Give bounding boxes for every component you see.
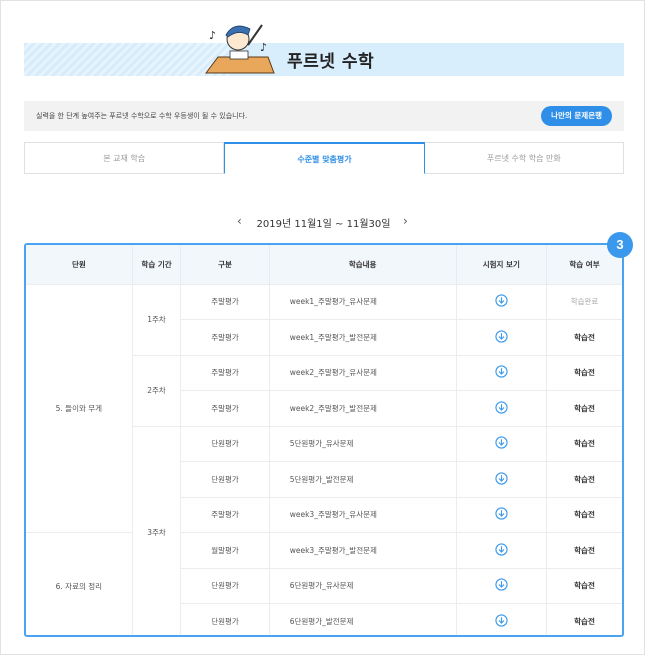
download-cell: [455, 319, 547, 355]
status-cell: 학습전: [546, 390, 622, 426]
assessment-table: 단원 학습 기간 구분 학습내용 시험지 보기 학습 여부 5. 들이와 무게 1…: [24, 243, 624, 637]
download-cell: [455, 532, 547, 568]
download-icon[interactable]: [495, 507, 508, 522]
type-cell: 단원평가: [180, 603, 270, 635]
download-cell: [455, 567, 547, 604]
download-cell: [455, 354, 547, 391]
download-icon[interactable]: [495, 401, 508, 416]
content-cell: week3_주말평가_발전문제: [268, 532, 457, 568]
unit-cell: 6. 자료의 정리: [26, 532, 133, 635]
period-label: 2019년 11월1일 ~ 11월30일: [256, 219, 391, 230]
download-cell: [455, 425, 547, 462]
table-row: 5. 들이와 무게 1주차 주말평가 week1_주말평가_유사문제 학습완료: [26, 283, 622, 533]
download-icon[interactable]: [495, 294, 508, 309]
content-cell: week3_주말평가_유사문제: [268, 496, 457, 533]
mascot-illustration: ♪ ♪: [205, 24, 275, 74]
week-cell: 3주차: [131, 425, 181, 635]
download-cell: [455, 283, 547, 320]
download-icon[interactable]: [495, 543, 508, 558]
status-cell: 학습전: [546, 354, 622, 391]
download-cell: [455, 390, 547, 426]
download-cell: [455, 461, 547, 497]
page-frame: ♪ ♪ 푸르넷 수학 실력을 한 단계 높여주는 푸르넷 수학으로 수학 우등생…: [0, 0, 645, 655]
status-cell: 학습전: [546, 319, 622, 355]
next-period-icon[interactable]: ›: [403, 214, 408, 228]
header-type: 구분: [180, 245, 270, 284]
tab-bar: 본 교재 학습 수준별 맞춤평가 푸르넷 수학 학습 만화: [24, 142, 624, 174]
header-unit: 단원: [26, 245, 133, 284]
type-cell: 주말평가: [180, 390, 270, 426]
content-cell: 6단원평가_유사문제: [268, 567, 457, 604]
type-cell: 단원평가: [180, 461, 270, 497]
header-view-paper: 시험지 보기: [455, 245, 547, 284]
period-navigator: ‹ 2019년 11월1일 ~ 11월30일 ›: [1, 214, 645, 230]
info-bar: 실력을 한 단계 높여주는 푸르넷 수학으로 수학 우등생이 될 수 있습니다.…: [24, 101, 624, 131]
header-period: 학습 기간: [131, 245, 181, 284]
status-cell: 학습전: [546, 532, 622, 568]
header-content: 학습내용: [268, 245, 457, 284]
content-cell: 5단원평가_발전문제: [268, 461, 457, 497]
download-icon[interactable]: [495, 472, 508, 487]
svg-text:♪: ♪: [260, 41, 267, 54]
status-cell: 학습전: [546, 603, 622, 635]
svg-text:♪: ♪: [209, 29, 216, 42]
week-cell: 1주차: [131, 283, 181, 355]
prev-period-icon[interactable]: ‹: [237, 214, 242, 228]
content-cell: 6단원평가_발전문제: [268, 603, 457, 635]
week-cell: 2주차: [131, 354, 181, 426]
status-cell: 학습전: [546, 567, 622, 604]
tab-level-assessment[interactable]: 수준별 맞춤평가: [224, 142, 425, 174]
download-icon[interactable]: [495, 614, 508, 629]
download-icon[interactable]: [495, 436, 508, 451]
status-cell: 학습완료: [546, 283, 622, 320]
download-icon[interactable]: [495, 578, 508, 593]
table-row: 6. 자료의 정리 월말평가 week3_주말평가_발전문제 학습전: [26, 532, 622, 635]
page-title: 푸르넷 수학: [287, 52, 375, 72]
info-text: 실력을 한 단계 높여주는 푸르넷 수학으로 수학 우등생이 될 수 있습니다.: [36, 112, 248, 120]
content-cell: 5단원평가_유사문제: [268, 425, 457, 462]
type-cell: 월말평가: [180, 532, 270, 568]
my-problem-bank-button[interactable]: 나만의 문제은행: [541, 106, 612, 126]
content-cell: week1_주말평가_유사문제: [268, 283, 457, 320]
download-cell: [455, 603, 547, 635]
type-cell: 단원평가: [180, 425, 270, 462]
table-header-row: 단원 학습 기간 구분 학습내용 시험지 보기 학습 여부: [26, 245, 622, 284]
content-cell: week2_주말평가_유사문제: [268, 354, 457, 391]
content-cell: week2_주말평가_발전문제: [268, 390, 457, 426]
tab-textbook-study[interactable]: 본 교재 학습: [24, 142, 225, 174]
status-cell: 학습전: [546, 425, 622, 462]
type-cell: 주말평가: [180, 496, 270, 533]
type-cell: 주말평가: [180, 354, 270, 391]
step-badge: 3: [607, 232, 633, 258]
download-icon[interactable]: [495, 330, 508, 345]
content-cell: week1_주말평가_발전문제: [268, 319, 457, 355]
status-cell: 학습전: [546, 496, 622, 533]
download-icon[interactable]: [495, 365, 508, 380]
type-cell: 단원평가: [180, 567, 270, 604]
type-cell: 주말평가: [180, 283, 270, 320]
unit-cell: 5. 들이와 무게: [26, 283, 133, 533]
type-cell: 주말평가: [180, 319, 270, 355]
status-cell: 학습전: [546, 461, 622, 497]
tab-math-comic[interactable]: 푸르넷 수학 학습 만화: [424, 142, 624, 174]
download-cell: [455, 496, 547, 533]
